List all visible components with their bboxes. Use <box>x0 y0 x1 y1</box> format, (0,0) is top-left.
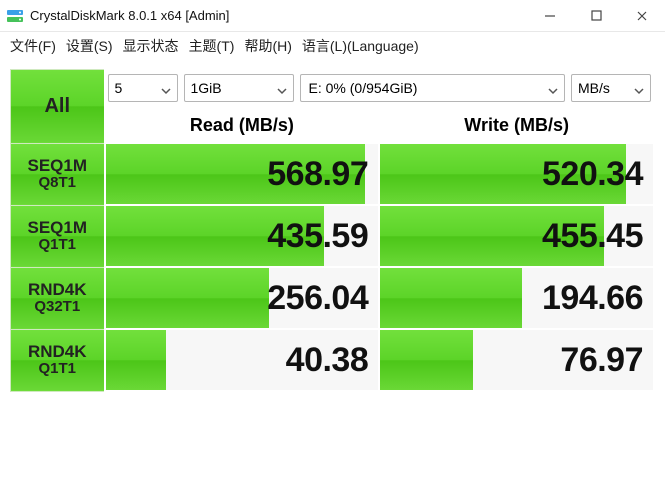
drive-select[interactable]: E: 0% (0/954GiB) <box>300 74 566 102</box>
chevron-down-icon <box>548 83 558 93</box>
table-row: SEQ1M Q8T1 568.97 520.34 <box>11 143 655 205</box>
result-value: 256.04 <box>267 279 368 317</box>
chevron-down-icon <box>161 83 171 93</box>
result-value: 194.66 <box>542 279 643 317</box>
unit-value: MB/s <box>578 80 610 96</box>
test-label-line2: Q1T1 <box>11 237 104 253</box>
unit-select[interactable]: MB/s <box>571 74 651 102</box>
run-all-button[interactable]: All <box>11 69 105 143</box>
result-bar <box>106 268 270 328</box>
result-bar <box>380 268 522 328</box>
menu-settings[interactable]: 设置(S) <box>66 36 113 56</box>
result-write: 455.45 <box>379 205 654 267</box>
result-write: 520.34 <box>379 143 654 205</box>
result-value: 520.34 <box>542 155 643 193</box>
table-row: RND4K Q32T1 256.04 194.66 <box>11 267 655 329</box>
header-read: Read (MB/s) <box>105 107 380 143</box>
titlebar: CrystalDiskMark 8.0.1 x64 [Admin] <box>0 0 665 32</box>
minimize-button[interactable] <box>527 0 573 32</box>
result-write: 76.97 <box>379 329 654 391</box>
runs-select[interactable]: 5 <box>108 74 178 102</box>
menu-view[interactable]: 显示状态 <box>123 36 179 56</box>
maximize-button[interactable] <box>573 0 619 32</box>
runs-value: 5 <box>115 80 123 96</box>
test-rnd4k-q1t1-button[interactable]: RND4K Q1T1 <box>11 329 105 391</box>
menu-language[interactable]: 语言(L)(Language) <box>302 36 419 56</box>
test-label-line1: SEQ1M <box>11 219 104 237</box>
test-rnd4k-q32t1-button[interactable]: RND4K Q32T1 <box>11 267 105 329</box>
header-write: Write (MB/s) <box>379 107 654 143</box>
run-all-label: All <box>11 96 104 117</box>
size-select[interactable]: 1GiB <box>184 74 294 102</box>
result-read: 256.04 <box>105 267 380 329</box>
result-bar <box>106 330 166 390</box>
result-read: 435.59 <box>105 205 380 267</box>
menubar: 文件(F) 设置(S) 显示状态 主题(T) 帮助(H) 语言(L)(Langu… <box>0 32 665 62</box>
result-bar <box>380 330 473 390</box>
test-seq1m-q1t1-button[interactable]: SEQ1M Q1T1 <box>11 205 105 267</box>
result-value: 40.38 <box>286 341 369 379</box>
main-area: All 5 1GiB E: 0% (0/954GiB) MB/s <box>0 62 665 402</box>
size-value: 1GiB <box>191 80 222 96</box>
drive-value: E: 0% (0/954GiB) <box>309 80 543 96</box>
result-write: 194.66 <box>379 267 654 329</box>
app-icon <box>6 7 24 25</box>
test-label-line2: Q32T1 <box>11 299 104 315</box>
menu-theme[interactable]: 主题(T) <box>189 36 235 56</box>
test-label-line1: RND4K <box>11 281 104 299</box>
result-value: 435.59 <box>267 217 368 255</box>
controls-row: 5 1GiB E: 0% (0/954GiB) MB/s <box>105 69 655 107</box>
chevron-down-icon <box>634 83 644 93</box>
result-value: 76.97 <box>560 341 643 379</box>
table-row: SEQ1M Q1T1 435.59 455.45 <box>11 205 655 267</box>
test-label-line1: RND4K <box>11 343 104 361</box>
result-read: 40.38 <box>105 329 380 391</box>
test-seq1m-q8t1-button[interactable]: SEQ1M Q8T1 <box>11 143 105 205</box>
test-label-line1: SEQ1M <box>11 157 104 175</box>
result-value: 455.45 <box>542 217 643 255</box>
result-read: 568.97 <box>105 143 380 205</box>
results-table: All 5 1GiB E: 0% (0/954GiB) MB/s <box>10 68 655 392</box>
test-label-line2: Q8T1 <box>11 175 104 191</box>
menu-help[interactable]: 帮助(H) <box>244 36 291 56</box>
chevron-down-icon <box>277 83 287 93</box>
result-value: 568.97 <box>267 155 368 193</box>
table-row: RND4K Q1T1 40.38 76.97 <box>11 329 655 391</box>
close-button[interactable] <box>619 0 665 32</box>
test-label-line2: Q1T1 <box>11 361 104 377</box>
menu-file[interactable]: 文件(F) <box>10 36 56 56</box>
window-title: CrystalDiskMark 8.0.1 x64 [Admin] <box>30 8 527 23</box>
